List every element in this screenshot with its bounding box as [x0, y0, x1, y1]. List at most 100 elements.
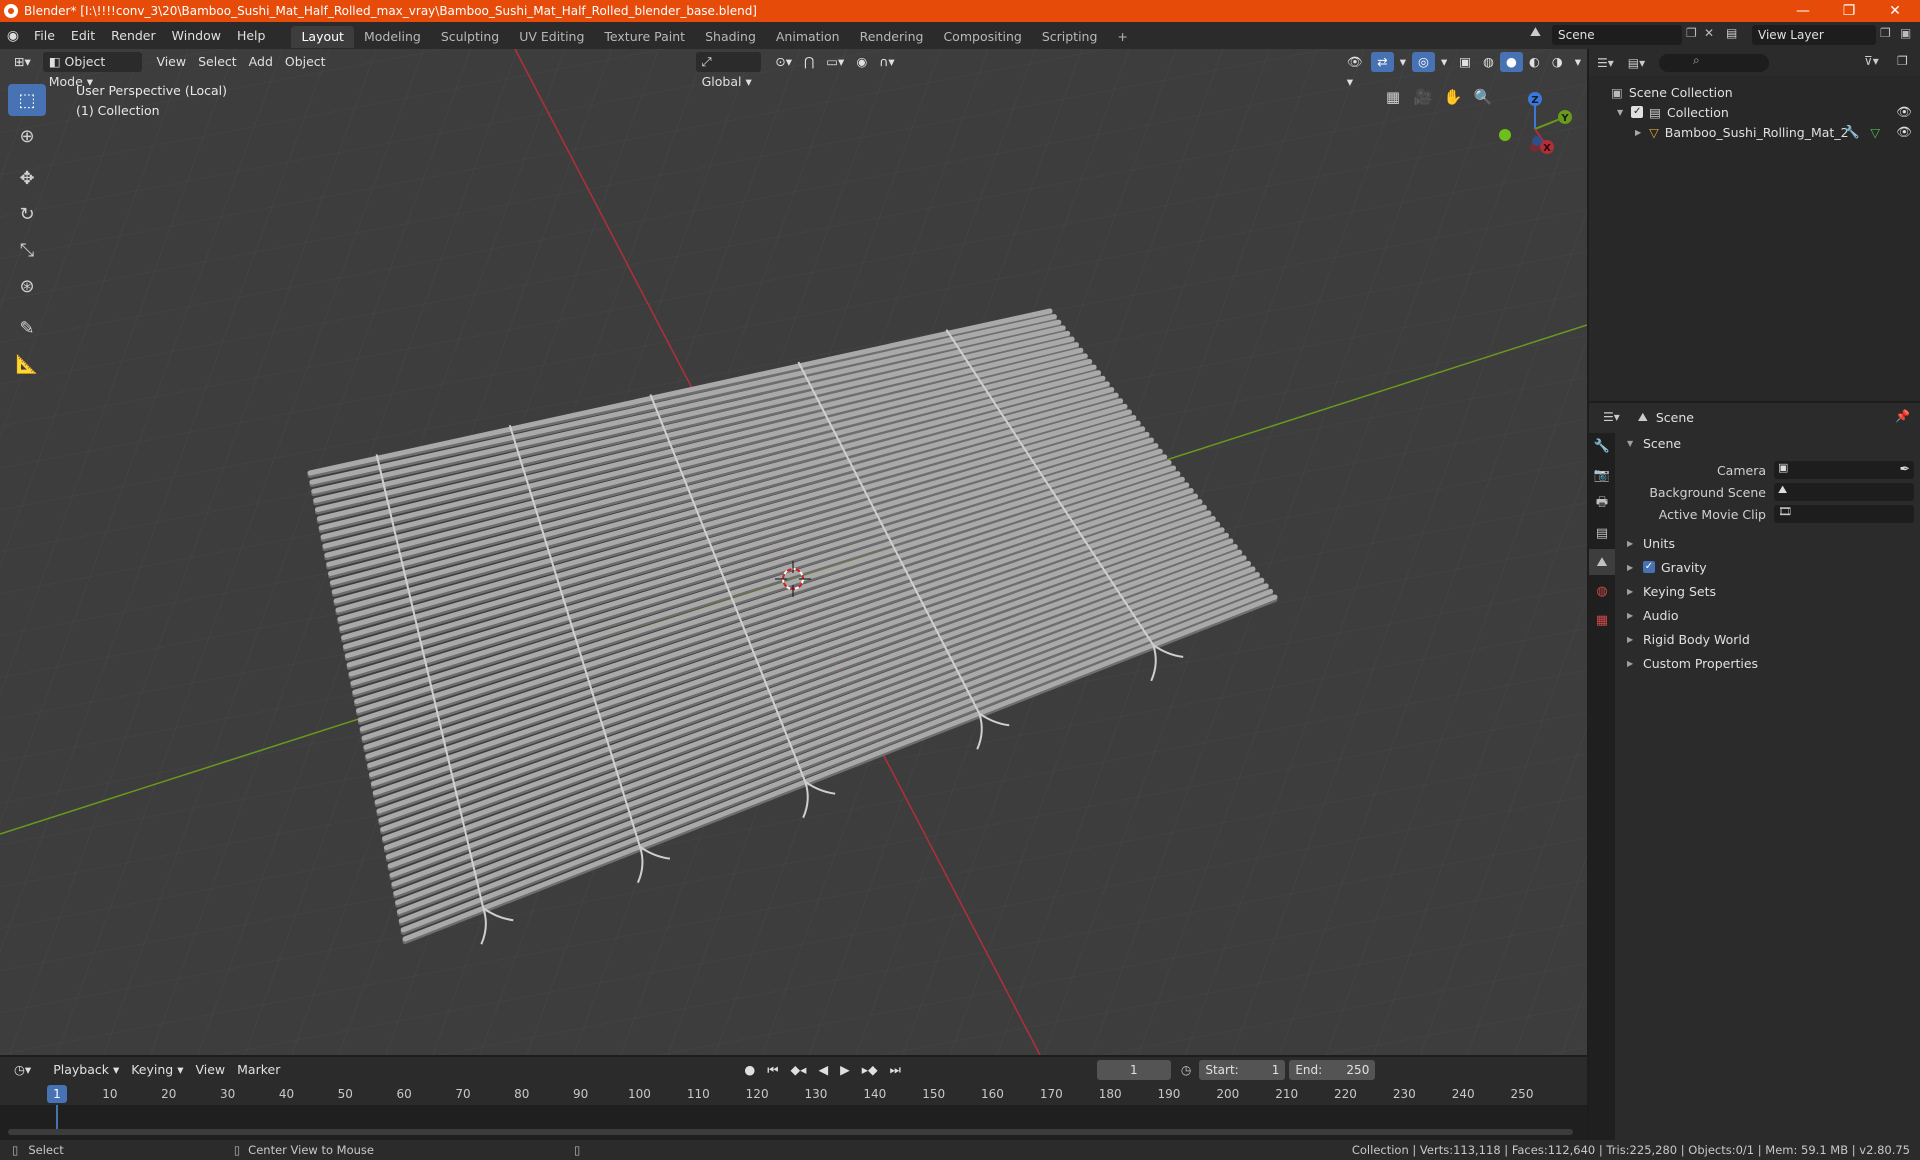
- tab-layout[interactable]: Layout: [291, 26, 354, 48]
- view-layer-selector[interactable]: View Layer: [1752, 25, 1876, 45]
- current-frame-marker[interactable]: 1: [47, 1085, 67, 1103]
- neg-z-axis-handle[interactable]: [1532, 136, 1542, 146]
- jump-start-icon[interactable]: ⏮: [761, 1060, 784, 1080]
- active-movie-clip-field[interactable]: 🎞: [1774, 505, 1914, 523]
- select-box-icon[interactable]: ⬚: [8, 84, 46, 116]
- preview-range-icon[interactable]: ◷: [1181, 1063, 1191, 1077]
- gizmo-dropdown-icon[interactable]: ▾: [1394, 52, 1412, 72]
- tab-texture-paint[interactable]: Texture Paint: [594, 26, 695, 48]
- prev-keyframe-icon[interactable]: ◆◂: [785, 1060, 813, 1080]
- pan-hand-icon[interactable]: ✋: [1440, 84, 1466, 110]
- menu-edit[interactable]: Edit: [63, 22, 103, 49]
- overlays-icon[interactable]: ◎: [1412, 52, 1435, 72]
- visibility-icon[interactable]: 👁▾: [1341, 52, 1372, 89]
- current-frame-field[interactable]: 1: [1096, 1060, 1171, 1080]
- scale-icon[interactable]: ⤡: [8, 234, 46, 266]
- modifier-wrench-icon[interactable]: 🔧: [1844, 124, 1860, 140]
- playhead-line[interactable]: [56, 1105, 58, 1129]
- scene-tab-icon[interactable]: ⛰: [1589, 549, 1615, 575]
- tab-uv-editing[interactable]: UV Editing: [509, 26, 594, 48]
- camera-view-icon[interactable]: 🎥: [1410, 84, 1436, 110]
- custom-properties-panel-header[interactable]: ▶ Custom Properties: [1619, 651, 1920, 675]
- transform-icon[interactable]: ⊛: [8, 270, 46, 302]
- tab-compositing[interactable]: Compositing: [933, 26, 1031, 48]
- tool-tab-icon[interactable]: 🔧: [1589, 433, 1615, 459]
- play-reverse-icon[interactable]: ◀: [812, 1060, 834, 1080]
- eye-icon[interactable]: 👁: [1896, 104, 1912, 120]
- jump-end-icon[interactable]: ⏭: [884, 1060, 907, 1080]
- outliner-search-input[interactable]: [1659, 53, 1770, 72]
- units-panel-header[interactable]: ▶ Units: [1619, 531, 1920, 555]
- viewport-menu-select[interactable]: Select: [192, 52, 243, 72]
- snap-icon[interactable]: ⋂: [798, 52, 820, 72]
- measure-icon[interactable]: 📐: [8, 348, 46, 380]
- background-scene-field[interactable]: ⛰: [1774, 483, 1914, 501]
- filter-icon[interactable]: ⊽▾: [1864, 54, 1879, 68]
- maximize-button[interactable]: ❐: [1826, 0, 1872, 22]
- xray-icon[interactable]: ▣: [1453, 52, 1477, 72]
- timeline-ruler[interactable]: 1 10 20 30 40 50 60 70 80 90 100 110 120 130 140 150 160…: [0, 1083, 1587, 1105]
- viewport-menu-add[interactable]: Add: [243, 52, 279, 72]
- remove-view-layer-icon[interactable]: ▣: [1900, 26, 1911, 40]
- outliner-collection[interactable]: ▼ ✓ ▤ Collection 👁: [1589, 102, 1920, 122]
- render-tab-icon[interactable]: 📷: [1589, 462, 1615, 488]
- editor-type-icon[interactable]: ⊞▾: [8, 52, 37, 72]
- menu-help[interactable]: Help: [229, 22, 274, 49]
- gravity-panel-header[interactable]: ▶ ✓ Gravity: [1619, 555, 1920, 579]
- next-keyframe-icon[interactable]: ▸◆: [856, 1060, 884, 1080]
- timeline-menu-marker[interactable]: Marker: [231, 1060, 286, 1080]
- expand-triangle-icon[interactable]: ▶: [1635, 128, 1641, 137]
- output-tab-icon[interactable]: 🖶: [1589, 491, 1615, 517]
- tab-modeling[interactable]: Modeling: [354, 26, 431, 48]
- tab-shading[interactable]: Shading: [695, 26, 766, 48]
- timeline-editor-icon[interactable]: ◷▾: [8, 1060, 37, 1080]
- scene-selector[interactable]: Scene: [1552, 25, 1682, 45]
- viewport-menu-view[interactable]: View: [150, 52, 192, 72]
- tab-sculpting[interactable]: Sculpting: [431, 26, 509, 48]
- rigid-body-world-panel-header[interactable]: ▶ Rigid Body World: [1619, 627, 1920, 651]
- outliner-scene-collection[interactable]: ▣ Scene Collection: [1589, 82, 1920, 102]
- collection-checkbox[interactable]: ✓: [1631, 106, 1644, 118]
- zoom-icon[interactable]: 🔍: [1470, 84, 1496, 110]
- neg-y-axis-handle[interactable]: [1499, 129, 1511, 141]
- properties-editor-icon[interactable]: ☰▾: [1603, 410, 1620, 424]
- tab-animation[interactable]: Animation: [766, 26, 850, 48]
- eyedropper-icon[interactable]: ✒: [1900, 461, 1910, 476]
- tab-scripting[interactable]: Scripting: [1032, 26, 1108, 48]
- falloff-icon[interactable]: ∩▾: [873, 52, 900, 72]
- pin-icon[interactable]: 📌: [1895, 409, 1910, 423]
- world-tab-icon[interactable]: ◍: [1589, 578, 1615, 604]
- minimize-button[interactable]: —: [1780, 0, 1826, 22]
- 3d-viewport[interactable]: User Perspective (Local) (1) Collection …: [0, 49, 1587, 1055]
- shading-rendered-icon[interactable]: ◑: [1546, 52, 1569, 72]
- view-layer-tab-icon[interactable]: ▤: [1589, 520, 1615, 546]
- timeline-menu-playback[interactable]: Playback ▾: [47, 1060, 125, 1080]
- object-eye-icon[interactable]: 👁: [1896, 124, 1912, 140]
- keying-sets-panel-header[interactable]: ▶ Keying Sets: [1619, 579, 1920, 603]
- close-button[interactable]: ✕: [1872, 0, 1918, 22]
- timeline-menu-keying[interactable]: Keying ▾: [125, 1060, 189, 1080]
- gizmo-toggle-icon[interactable]: ⇄: [1371, 52, 1394, 72]
- timeline-menu-view[interactable]: View: [189, 1060, 231, 1080]
- viewport-menu-object[interactable]: Object: [279, 52, 332, 72]
- audio-panel-header[interactable]: ▶ Audio: [1619, 603, 1920, 627]
- orientation-selector[interactable]: ⤢ Global ▾: [695, 52, 762, 89]
- new-collection-icon[interactable]: ❐: [1897, 54, 1908, 68]
- menu-render[interactable]: Render: [103, 22, 164, 49]
- end-frame-field[interactable]: End: 250: [1289, 1060, 1376, 1080]
- proportional-edit-icon[interactable]: ◉: [850, 52, 873, 72]
- menu-file[interactable]: File: [26, 22, 63, 49]
- shading-solid-icon[interactable]: ●: [1499, 52, 1523, 72]
- camera-field[interactable]: ▣ ✒: [1774, 461, 1914, 479]
- new-scene-icon[interactable]: ❐: [1686, 26, 1697, 40]
- record-icon[interactable]: ●: [738, 1060, 761, 1080]
- gravity-checkbox[interactable]: ✓: [1643, 561, 1655, 573]
- outliner-editor-icon[interactable]: ☰▾: [1597, 56, 1614, 70]
- shading-material-icon[interactable]: ◐: [1523, 52, 1546, 72]
- play-icon[interactable]: ▶: [834, 1060, 856, 1080]
- shading-dropdown-icon[interactable]: ▾: [1569, 52, 1587, 72]
- shading-wireframe-icon[interactable]: ◍: [1477, 52, 1500, 72]
- tab-rendering[interactable]: Rendering: [850, 26, 934, 48]
- blender-menu-icon[interactable]: ◉: [0, 28, 26, 44]
- menu-window[interactable]: Window: [164, 22, 229, 49]
